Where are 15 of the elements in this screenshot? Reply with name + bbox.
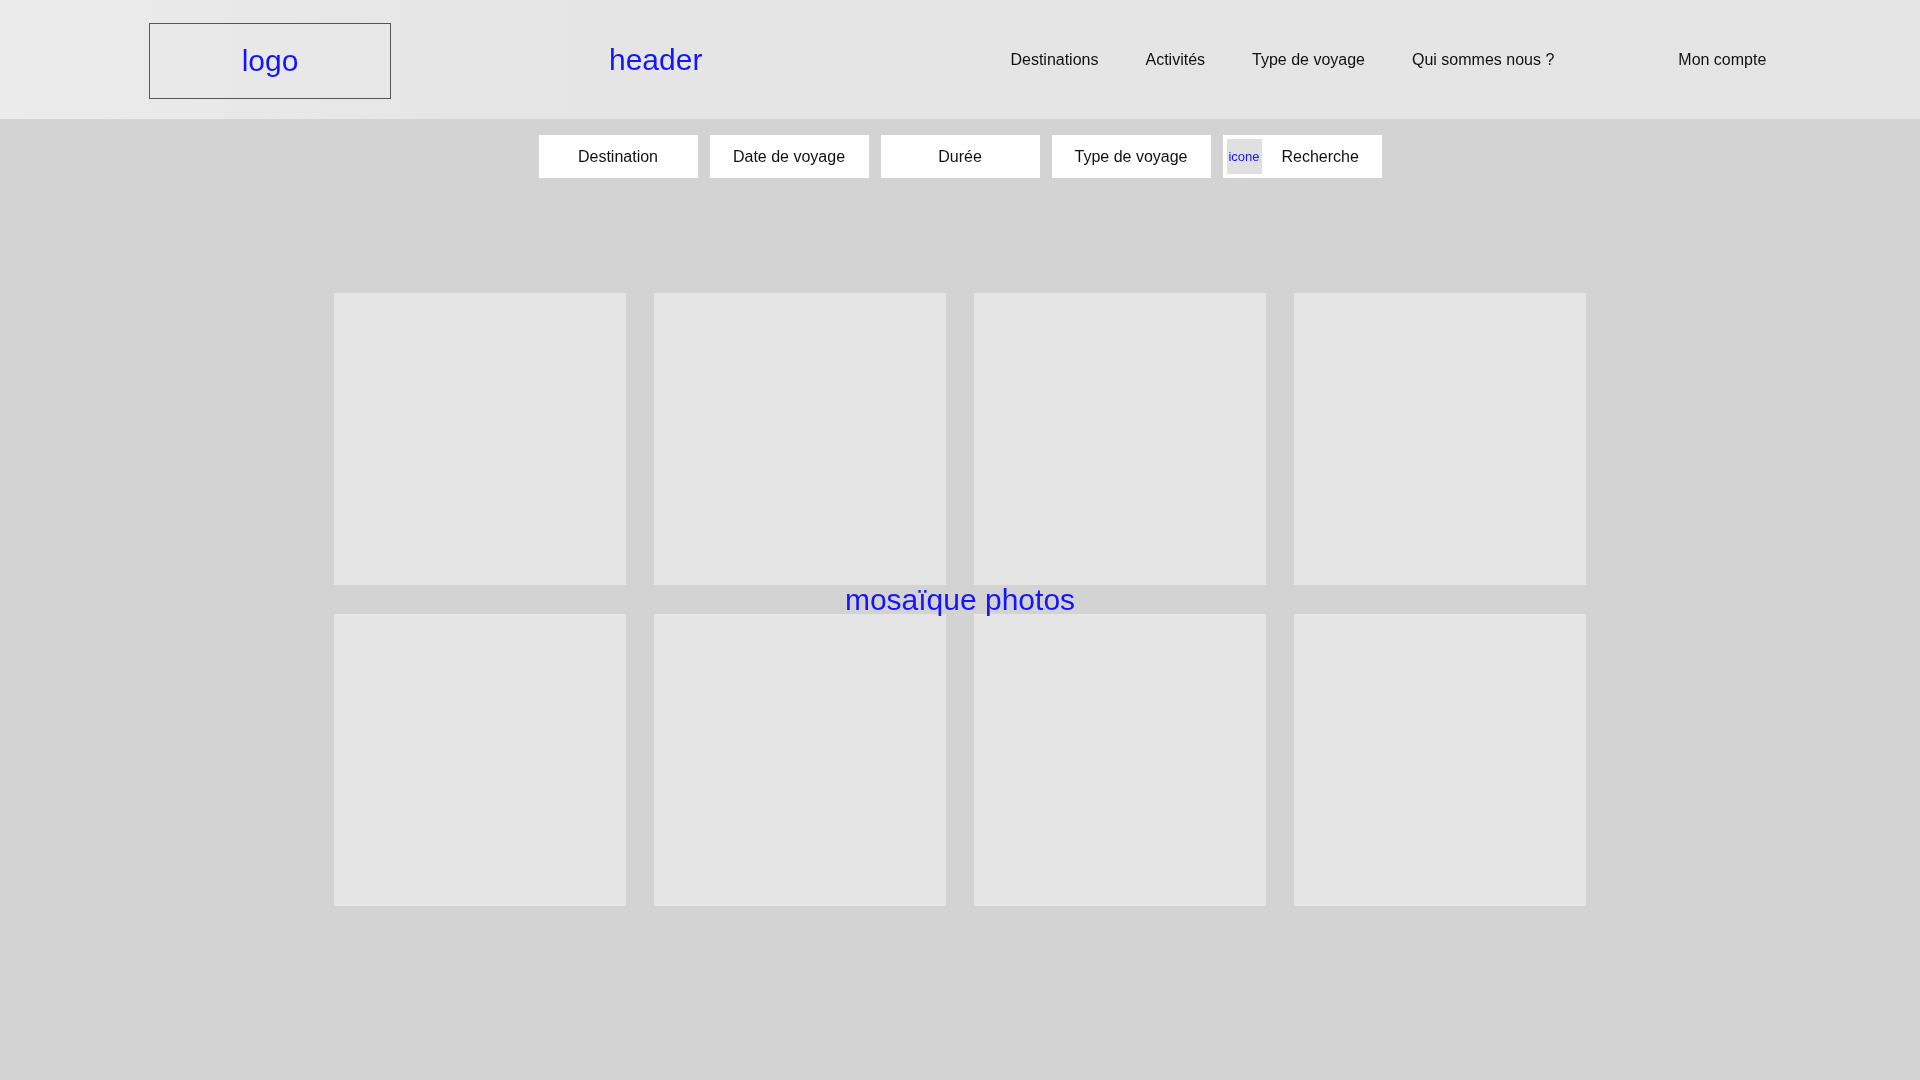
filter-field[interactable]: Date de voyage [709, 135, 869, 178]
nav-link[interactable]: Qui sommes nous ? [1412, 50, 1555, 69]
icon-placeholder: icone [1226, 139, 1262, 174]
logo-placeholder[interactable]: logo [149, 22, 391, 99]
account-link[interactable]: Mon compte [1678, 50, 1767, 69]
nav-link[interactable]: Activités [1145, 50, 1206, 69]
nav-link[interactable]: Destinations [1010, 50, 1099, 69]
search-label: Recherche [1281, 147, 1359, 166]
filter-field[interactable]: Type de voyage [1051, 135, 1211, 178]
filter-field[interactable]: Destination [538, 135, 698, 178]
mosaic-placeholder-label: mosaïque photos [844, 582, 1076, 617]
filter-field[interactable]: Durée [880, 135, 1040, 178]
search-button[interactable]: icone Recherche [1222, 135, 1382, 178]
nav-link[interactable]: Type de voyage [1252, 50, 1365, 69]
header-placeholder-label: header [609, 42, 703, 77]
